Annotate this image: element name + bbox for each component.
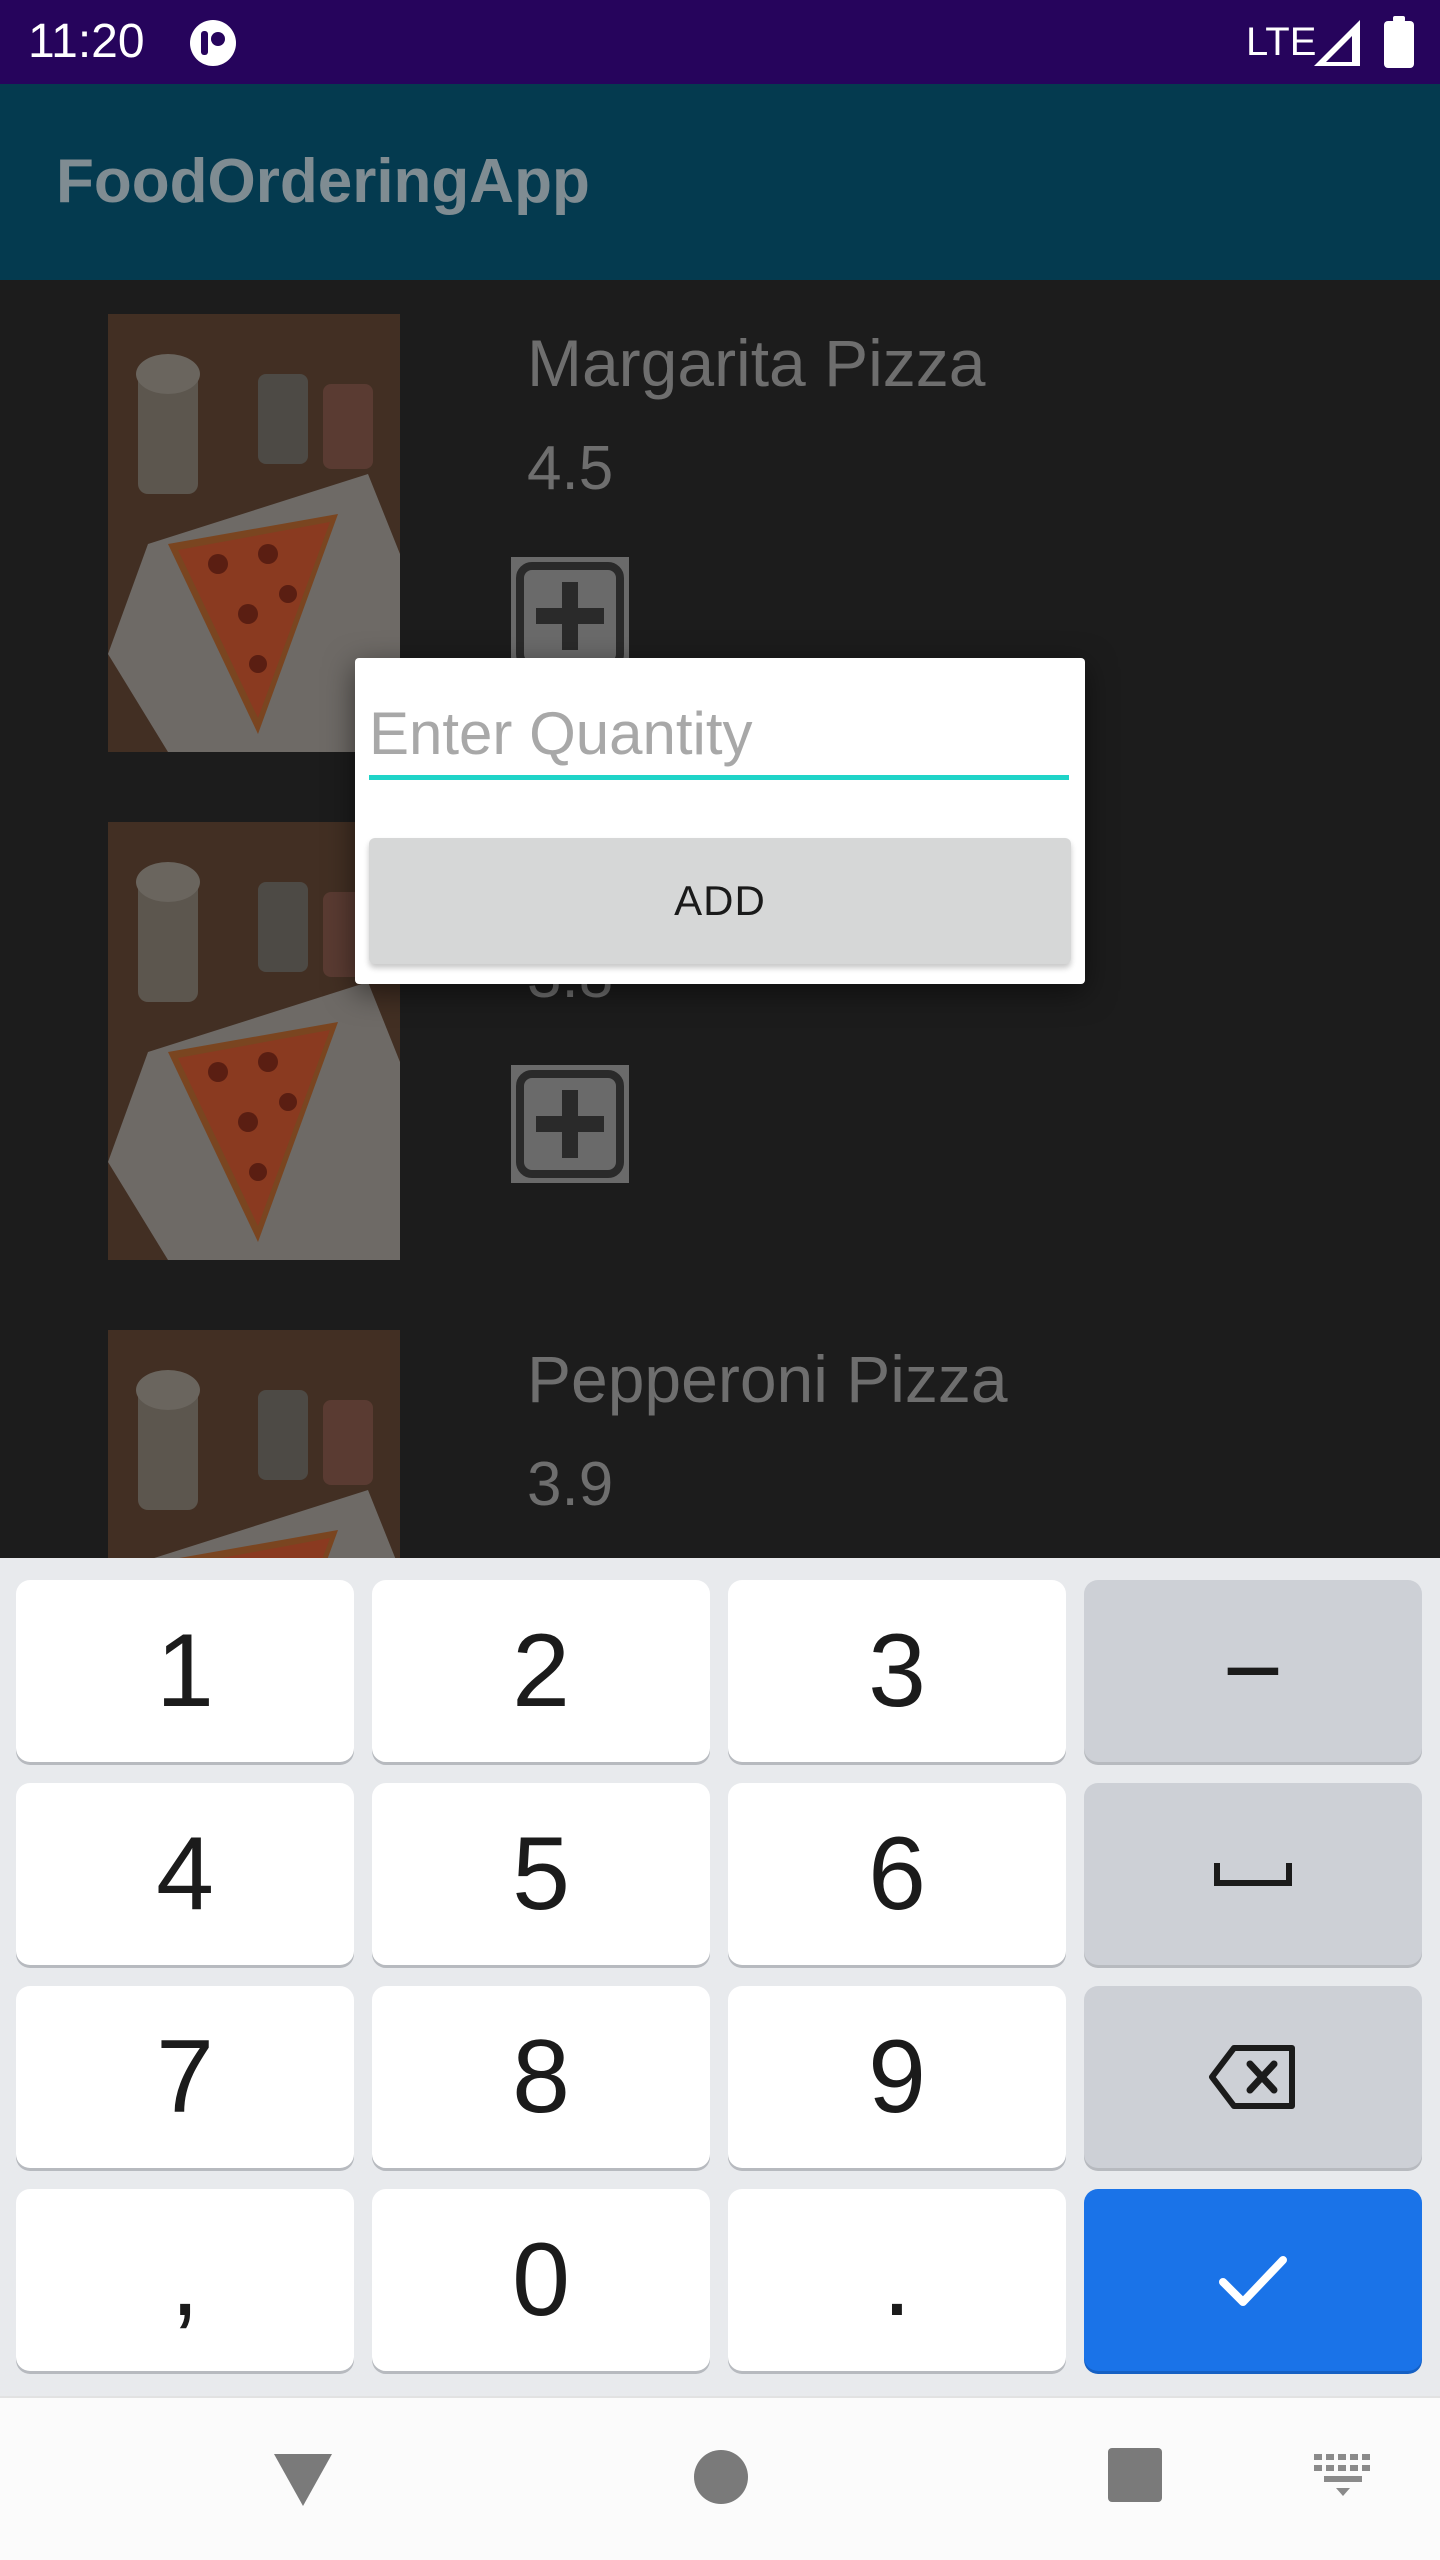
space-icon: [1214, 1863, 1292, 1886]
food-rating: 4.5: [527, 434, 614, 503]
key-comma[interactable]: ,: [16, 2189, 354, 2371]
key-2[interactable]: 2: [372, 1580, 710, 1762]
key-label: 0: [512, 2222, 570, 2338]
key-label: 1: [156, 1613, 214, 1729]
app-title: FoodOrderingApp: [56, 147, 590, 216]
key-period[interactable]: .: [728, 2189, 1066, 2371]
keyboard-switch-icon[interactable]: [1314, 2454, 1372, 2498]
navigation-bar: [0, 2396, 1440, 2560]
key-space[interactable]: [1084, 1783, 1422, 1965]
battery-icon: [1384, 16, 1414, 68]
pizza-photo: [108, 1330, 400, 1558]
key-label: 9: [868, 2019, 926, 2135]
quantity-input[interactable]: [369, 698, 1069, 780]
app-bar: FoodOrderingApp: [0, 84, 1440, 280]
key-label: 5: [512, 1816, 570, 1932]
key-label: .: [882, 2222, 912, 2338]
key-label: 6: [868, 1816, 926, 1932]
key-label: 3: [868, 1613, 926, 1729]
app-notification-icon: [190, 20, 236, 66]
food-name: Pepperoni Pizza: [527, 1342, 1008, 1416]
add-button[interactable]: ADD: [369, 838, 1071, 964]
key-label: 4: [156, 1816, 214, 1932]
signal-icon: [1314, 20, 1360, 66]
key-9[interactable]: 9: [728, 1986, 1066, 2168]
list-item: Pepperoni Pizza 3.9: [0, 1296, 1440, 1558]
key-4[interactable]: 4: [16, 1783, 354, 1965]
key-label: 2: [512, 1613, 570, 1729]
status-time: 11:20: [28, 15, 145, 68]
key-1[interactable]: 1: [16, 1580, 354, 1762]
plus-icon[interactable]: [508, 1062, 632, 1186]
key-8[interactable]: 8: [372, 1986, 710, 2168]
key-5[interactable]: 5: [372, 1783, 710, 1965]
backspace-icon: [1209, 2045, 1295, 2109]
quantity-dialog: ADD: [355, 658, 1085, 984]
key-minus[interactable]: −: [1084, 1580, 1422, 1762]
recents-icon[interactable]: [1108, 2448, 1162, 2502]
key-backspace[interactable]: [1084, 1986, 1422, 2168]
key-done[interactable]: [1084, 2189, 1422, 2371]
network-type: LTE: [1246, 20, 1317, 64]
home-icon[interactable]: [694, 2450, 748, 2504]
status-bar: 11:20 LTE: [0, 0, 1440, 84]
key-7[interactable]: 7: [16, 1986, 354, 2168]
checkmark-icon: [1219, 2256, 1287, 2306]
key-6[interactable]: 6: [728, 1783, 1066, 1965]
food-rating: 3.9: [527, 1450, 614, 1519]
key-label: 7: [156, 2019, 214, 2135]
key-label: −: [1222, 1613, 1284, 1729]
key-3[interactable]: 3: [728, 1580, 1066, 1762]
food-name: Margarita Pizza: [527, 326, 986, 400]
key-0[interactable]: 0: [372, 2189, 710, 2371]
key-label: 8: [512, 2019, 570, 2135]
numeric-keyboard: 1 2 3 − 4 5 6 7 8 9 , 0 .: [0, 1558, 1440, 2396]
back-icon[interactable]: [270, 2450, 336, 2510]
key-label: ,: [170, 2222, 200, 2338]
